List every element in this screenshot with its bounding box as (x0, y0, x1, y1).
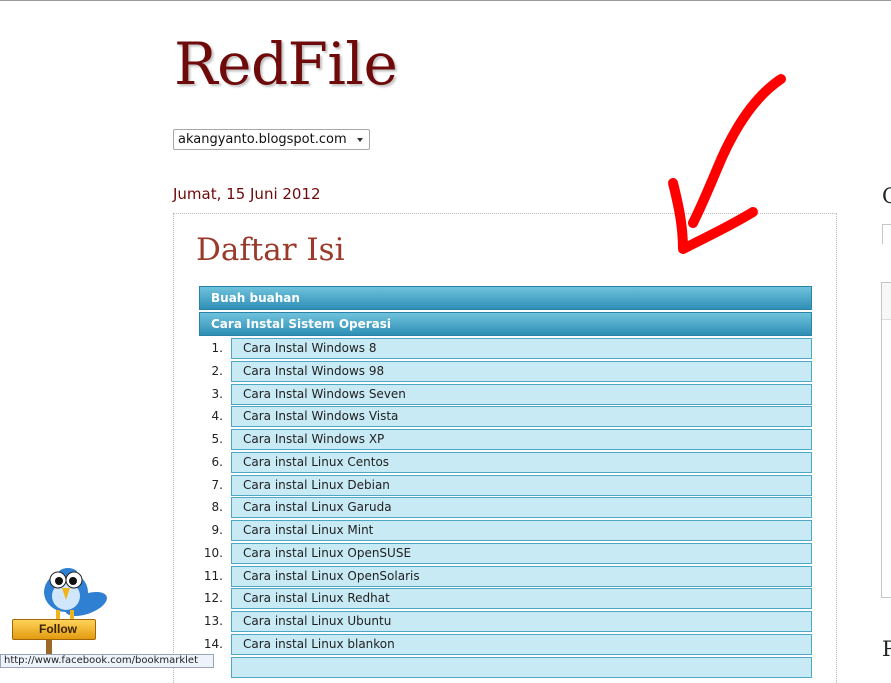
article-link[interactable]: Cara Instal Windows 8 (231, 338, 812, 359)
list-item: 13. Cara instal Linux Ubuntu (199, 611, 812, 634)
post-title[interactable]: Daftar Isi (196, 230, 345, 270)
article-link[interactable]: Cara instal Linux Centos (231, 451, 812, 473)
list-item (199, 656, 812, 680)
list-item-number: 12. (203, 591, 223, 606)
article-link[interactable]: Cara Instal Windows 98 (231, 360, 812, 382)
blog-selector-dropdown[interactable]: akangyanto.blogspot.com (173, 129, 370, 150)
list-item-number: 8. (211, 500, 223, 515)
post-date: Jumat, 15 Juni 2012 (173, 185, 321, 203)
list-item: 5. Cara Instal Windows XP (199, 429, 812, 452)
list-item: 14. Cara instal Linux blankon (199, 633, 812, 657)
list-item: 10. Cara instal Linux OpenSUSE (199, 542, 812, 566)
status-bar-url: http://www.facebook.com/bookmarklet (0, 654, 214, 668)
list-item: 7. Cara instal Linux Debian (199, 474, 812, 498)
article-link[interactable]: Cara Instal Windows Seven (231, 383, 812, 405)
article-link[interactable]: Cara instal Linux Ubuntu (231, 611, 812, 632)
blog-selector-value: akangyanto.blogspot.com (178, 132, 347, 147)
list-item-number: 3. (211, 386, 223, 401)
list-item-number: 10. (203, 545, 223, 560)
article-link[interactable]: Cara instal Linux Mint (231, 520, 812, 541)
list-item-number: 11. (203, 568, 223, 583)
twitter-bird-icon (44, 568, 107, 619)
list-item-number: 6. (211, 454, 223, 469)
list-item: 11. Cara instal Linux OpenSolaris (199, 565, 812, 589)
list-item: 8. Cara instal Linux Garuda (199, 497, 812, 520)
blog-title[interactable]: RedFile (174, 28, 398, 100)
list-item-number: 9. (211, 523, 223, 537)
article-link[interactable]: Cara instal Linux Garuda (231, 497, 812, 519)
article-link[interactable]: Cara instal Linux Redhat (231, 588, 812, 610)
list-item-number: 5. (211, 432, 223, 446)
sidebar-panel-partial (881, 282, 891, 598)
article-list: 1. Cara Instal Windows 8 2. Cara Instal … (199, 338, 812, 679)
article-link[interactable]: Cara Instal Windows XP (231, 429, 812, 450)
list-item-number: 13. (203, 614, 223, 628)
article-link[interactable]: Cara instal Linux Debian (231, 474, 812, 496)
article-link[interactable]: Cara Instal Windows Vista (231, 406, 812, 428)
red-annotation-arrow-icon (668, 74, 786, 254)
list-item: 6. Cara instal Linux Centos (199, 451, 812, 475)
list-item: 2. Cara Instal Windows 98 (199, 360, 812, 384)
list-item: 12. Cara instal Linux Redhat (199, 588, 812, 611)
article-link[interactable]: Cara instal Linux OpenSolaris (231, 565, 812, 587)
follow-button[interactable]: Follow (12, 619, 96, 640)
list-item-number: 1. (211, 341, 223, 355)
list-item: 9. Cara instal Linux Mint (199, 520, 812, 543)
list-item: 1. Cara Instal Windows 8 (199, 338, 812, 361)
follow-widget[interactable]: Follow (8, 556, 112, 662)
list-item-number: 14. (203, 636, 223, 651)
article-link[interactable]: Cara instal Linux blankon (231, 633, 812, 655)
category-bar-cara-instal-sistem-operasi[interactable]: Cara Instal Sistem Operasi (199, 312, 812, 336)
sidebar-heading-partial: C (882, 184, 891, 208)
list-item-number: 2. (211, 363, 223, 378)
browser-top-border (0, 0, 891, 1)
sidebar-widget-partial (882, 224, 891, 244)
chevron-down-icon (357, 138, 363, 142)
category-bar-buah-buahan[interactable]: Buah buahan (199, 286, 812, 310)
sidebar-heading-partial-2: P (882, 637, 891, 661)
article-link[interactable] (231, 656, 812, 678)
list-item: 4. Cara Instal Windows Vista (199, 406, 812, 429)
list-item-number: 7. (211, 477, 223, 492)
list-item: 3. Cara Instal Windows Seven (199, 383, 812, 407)
list-item-number: 4. (211, 409, 223, 424)
article-link[interactable]: Cara instal Linux OpenSUSE (231, 542, 812, 564)
